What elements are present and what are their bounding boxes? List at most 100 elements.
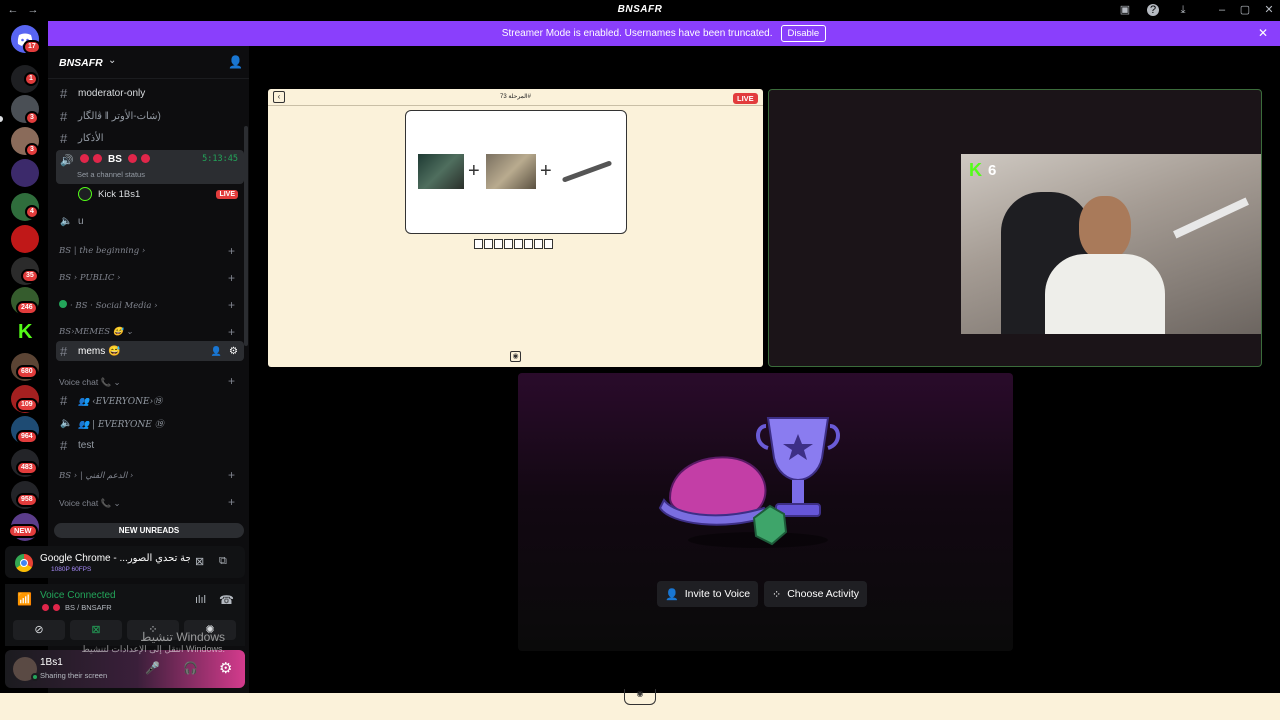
add-channel-icon[interactable]: + bbox=[228, 244, 237, 258]
add-channel-icon[interactable]: + bbox=[228, 271, 237, 285]
hash-icon: # bbox=[60, 343, 68, 359]
microphone-icon[interactable]: 🎤 bbox=[145, 661, 160, 675]
user-status: Sharing their screen bbox=[40, 671, 108, 680]
avatar bbox=[78, 187, 92, 201]
add-channel-icon[interactable]: + bbox=[228, 495, 237, 509]
notification-badge: 246 bbox=[16, 301, 38, 315]
settings-gear-icon[interactable]: ⚙ bbox=[219, 659, 232, 677]
category-header[interactable]: Voice chat 📞 ⌄ bbox=[59, 498, 121, 509]
disconnect-icon[interactable]: ☎ bbox=[219, 593, 234, 607]
hash-icon: # bbox=[60, 108, 68, 124]
hint-icon[interactable]: ◉ bbox=[510, 351, 521, 362]
category-header[interactable]: · BS · Social Media › bbox=[59, 300, 158, 311]
screen-icon[interactable]: ⧉ bbox=[219, 555, 227, 568]
invite-icon[interactable]: 👤 bbox=[211, 346, 222, 357]
online-status-icon bbox=[31, 673, 39, 681]
headphones-icon[interactable]: 🎧 bbox=[183, 661, 198, 675]
new-badge: NEW bbox=[8, 524, 38, 538]
channel-name: BS bbox=[108, 154, 122, 165]
stage-number: المرحلة 73# bbox=[500, 94, 531, 100]
choose-activity-button[interactable]: ⁘ Choose Activity bbox=[764, 581, 868, 607]
category-header[interactable]: Voice chat 📞 ⌄ bbox=[59, 377, 121, 388]
server-icon[interactable] bbox=[11, 159, 39, 187]
maximize-icon[interactable]: ▢ bbox=[1238, 3, 1252, 17]
add-channel-icon[interactable]: + bbox=[228, 298, 237, 312]
voice-channel-label[interactable]: BS / BNSAFR bbox=[40, 603, 115, 612]
server-icon[interactable] bbox=[11, 225, 39, 253]
category-header[interactable]: BS › | الدعم الفني › bbox=[59, 471, 133, 481]
guild-header[interactable]: BNSAFR ⌄ 👤 bbox=[48, 46, 249, 79]
scrollbar[interactable] bbox=[244, 126, 248, 346]
username[interactable]: 1Bs1 bbox=[40, 657, 63, 668]
mic-arm bbox=[1173, 197, 1249, 239]
channel-moderator-only[interactable]: # moderator-only bbox=[56, 83, 244, 103]
hint-button-icon: ◉ bbox=[624, 689, 656, 705]
add-channel-icon[interactable]: + bbox=[228, 374, 237, 388]
channel-item[interactable]: # الأذكار bbox=[56, 128, 244, 148]
live-badge: LIVE bbox=[733, 93, 758, 104]
chrome-icon bbox=[15, 554, 33, 572]
category-header[interactable]: BS | the beginning › bbox=[59, 246, 145, 256]
notification-badge: 3 bbox=[25, 143, 39, 157]
channel-mems[interactable]: # mems 😅 👤 ⚙ bbox=[56, 341, 244, 361]
member-name: Kick 1Bs1 bbox=[98, 188, 141, 200]
inbox-icon[interactable]: ▣ bbox=[1118, 3, 1132, 17]
category-header[interactable]: BS › PUBLIC › bbox=[59, 273, 120, 283]
notification-badge: 17 bbox=[23, 40, 41, 54]
help-icon[interactable]: ? bbox=[1147, 4, 1159, 16]
category-header[interactable]: BS›MEMES 😅 ⌄ bbox=[59, 327, 133, 337]
signal-icon[interactable]: 📶 bbox=[17, 592, 32, 606]
new-unreads-pill[interactable]: NEW UNREADS bbox=[54, 523, 244, 538]
channel-test[interactable]: # test bbox=[56, 435, 244, 455]
voice-channel[interactable]: 🔈 👥 | EVERYONE ⑲ bbox=[56, 413, 244, 433]
windows-activation-watermark: تنشيط Windows انتقل إلى الإعدادات لتنشيط… bbox=[81, 630, 225, 654]
speaker-icon: 🔈 bbox=[60, 215, 73, 227]
image-man bbox=[418, 154, 464, 189]
notification-badge: 1 bbox=[24, 72, 38, 86]
add-member-icon[interactable]: 👤 bbox=[228, 55, 243, 69]
invite-to-voice-button[interactable]: 👤 Invite to Voice bbox=[657, 581, 759, 607]
kick-icon: K bbox=[969, 160, 982, 180]
voice-status[interactable]: Voice Connected bbox=[40, 590, 116, 601]
channel-name: moderator-only bbox=[78, 87, 146, 99]
hash-icon: # bbox=[60, 85, 68, 101]
channel-item[interactable]: # ‫(شات-الأوتر‬ ‖ ﭬ‬اﻟﮕﺎﺭ bbox=[56, 106, 244, 126]
share-title: Google Chrome - ...جة تحدي الصور bbox=[40, 553, 190, 564]
webcam-tile[interactable]: K 6 bbox=[768, 89, 1262, 367]
gear-icon[interactable]: ⚙ bbox=[229, 346, 238, 357]
guild-name: BNSAFR bbox=[59, 57, 103, 69]
hash-icon: # bbox=[60, 437, 68, 453]
minimize-icon[interactable]: – bbox=[1215, 3, 1229, 17]
underlying-screen-strip: ◉ bbox=[0, 689, 1280, 720]
noise-suppression-icon[interactable]: ılıl bbox=[195, 594, 206, 606]
channel-name: u bbox=[78, 215, 84, 227]
close-window-icon[interactable]: ✕ bbox=[1262, 3, 1276, 17]
voice-channel-u[interactable]: 🔈 u bbox=[56, 211, 244, 231]
trophy-illustration bbox=[658, 417, 840, 548]
speaker-icon: 🔈 bbox=[60, 417, 73, 429]
kick-server-icon[interactable]: K bbox=[11, 319, 39, 347]
activity-tile: 👤 Invite to Voice ⁘ Choose Activity bbox=[518, 373, 1013, 651]
channel-status[interactable]: Set a channel status bbox=[77, 170, 145, 179]
channel-item[interactable]: # 👥 ‹EVERYONE›⑲ bbox=[56, 390, 244, 410]
screen-share-tile[interactable]: ‹ المرحلة 73# LIVE + + ◉ bbox=[268, 89, 763, 367]
download-icon[interactable]: ⤓ bbox=[1176, 3, 1190, 17]
voice-member[interactable]: Kick 1Bs1 LIVE bbox=[56, 184, 244, 204]
add-channel-icon[interactable]: + bbox=[228, 325, 237, 339]
stage-channel-bs[interactable]: 🔊 BS 5:13:45 Set a channel status bbox=[56, 150, 244, 184]
hash-icon: # bbox=[60, 130, 68, 146]
close-banner-icon[interactable]: ✕ bbox=[1258, 26, 1268, 40]
notification-badge: 109 bbox=[16, 398, 38, 412]
stop-share-icon[interactable]: ⊠ bbox=[195, 555, 204, 568]
channel-name: الأذكار bbox=[78, 132, 104, 144]
channel-name: ‫(شات-الأوتر‬ ‖ ﭬ‬اﻟﮕﺎﺭ bbox=[78, 110, 161, 122]
kick-overlay: K 6 bbox=[969, 160, 996, 181]
notification-badge: 3 bbox=[25, 111, 39, 125]
add-channel-icon[interactable]: + bbox=[228, 468, 237, 482]
kick-count: 6 bbox=[988, 162, 997, 179]
disable-button[interactable]: Disable bbox=[780, 25, 827, 42]
notification-badge: 680 bbox=[16, 365, 38, 379]
person-shirt bbox=[1045, 254, 1165, 334]
window-title: BNSAFR bbox=[617, 4, 663, 15]
camera-off-button[interactable]: ⊘ bbox=[13, 620, 65, 640]
